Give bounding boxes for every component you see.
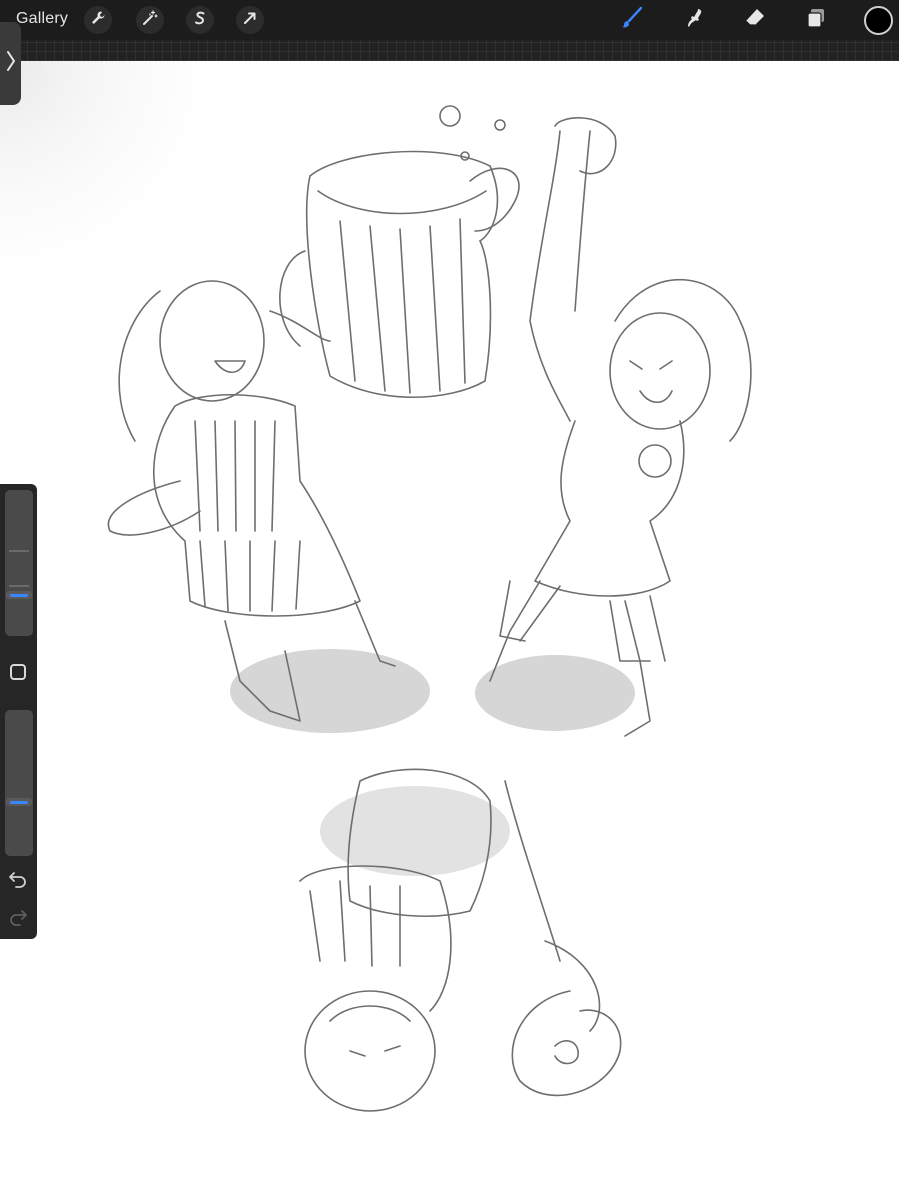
undo-icon bbox=[8, 872, 28, 892]
brush-size-handle[interactable] bbox=[6, 591, 32, 599]
chevron-right-icon bbox=[6, 50, 16, 77]
brush-icon bbox=[620, 6, 644, 35]
color-picker-button[interactable] bbox=[864, 6, 893, 35]
layers-icon bbox=[804, 6, 828, 35]
size-tick bbox=[9, 550, 29, 552]
smudge-icon bbox=[682, 6, 706, 35]
smudge-button[interactable] bbox=[680, 6, 708, 34]
modify-button[interactable] bbox=[10, 664, 26, 680]
transform-button[interactable] bbox=[236, 6, 264, 34]
magic-wand-icon bbox=[142, 9, 158, 31]
wrench-icon bbox=[90, 10, 106, 31]
brush-sidebar bbox=[0, 484, 37, 939]
redo-button[interactable] bbox=[8, 906, 28, 926]
toolbar-grip-strip bbox=[0, 40, 899, 61]
shadow-left-figure bbox=[230, 649, 430, 733]
brush-opacity-slider[interactable] bbox=[5, 710, 33, 856]
brush-opacity-handle[interactable] bbox=[6, 798, 32, 806]
shadow-right-figure bbox=[475, 655, 635, 731]
sketch-mug bbox=[279, 105, 520, 398]
top-toolbar: Gallery bbox=[0, 0, 899, 40]
sketch-artwork bbox=[0, 61, 752, 1112]
brush-size-slider[interactable] bbox=[5, 490, 33, 636]
selection-s-icon bbox=[192, 10, 208, 31]
adjustments-button[interactable] bbox=[136, 6, 164, 34]
eraser-icon bbox=[743, 6, 767, 35]
sketch-figure-right bbox=[489, 117, 752, 737]
sidebar-toggle[interactable] bbox=[0, 22, 21, 105]
layers-button[interactable] bbox=[802, 6, 830, 34]
size-tick bbox=[9, 585, 29, 587]
selection-button[interactable] bbox=[186, 6, 214, 34]
undo-button[interactable] bbox=[8, 868, 28, 888]
eraser-button[interactable] bbox=[741, 6, 769, 34]
arrow-cursor-icon bbox=[242, 10, 258, 31]
drawing-canvas[interactable] bbox=[0, 61, 899, 1199]
gallery-button[interactable]: Gallery bbox=[16, 10, 68, 28]
paint-button[interactable] bbox=[618, 6, 646, 34]
actions-button[interactable] bbox=[84, 6, 112, 34]
redo-icon bbox=[8, 910, 28, 930]
